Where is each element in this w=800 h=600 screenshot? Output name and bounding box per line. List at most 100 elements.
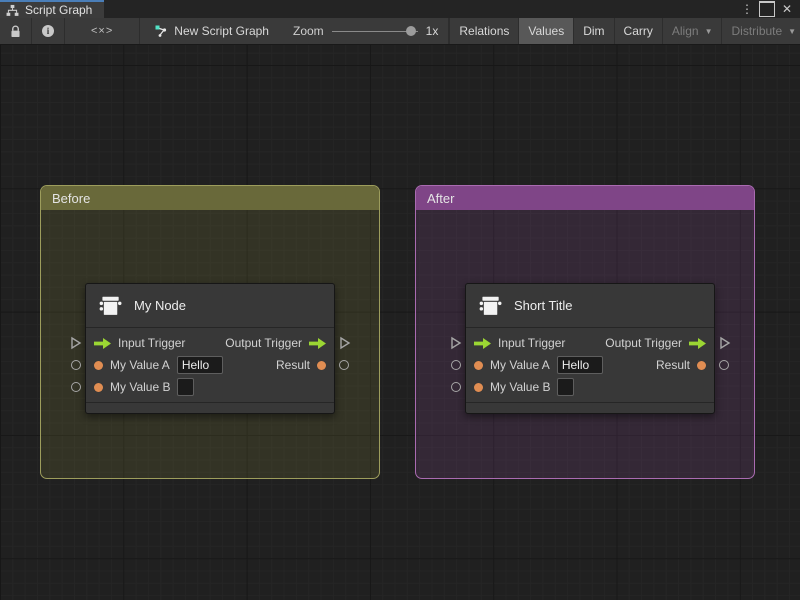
graph-name-label: New Script Graph xyxy=(174,24,269,38)
lock-button[interactable] xyxy=(0,18,32,44)
value-a-label: My Value A xyxy=(110,358,170,372)
window-controls: ⋮ ✕ xyxy=(739,0,800,18)
value-a-label: My Value A xyxy=(490,358,550,372)
node-my-node[interactable]: My Node Input Trigger Output Trigger My … xyxy=(85,283,335,414)
output-trigger-label: Output Trigger xyxy=(225,336,302,350)
node-short-title[interactable]: Short Title Input Trigger Output Trigger… xyxy=(465,283,715,414)
result-label: Result xyxy=(275,358,310,372)
tab-title: Script Graph xyxy=(25,3,93,17)
output-trigger-label: Output Trigger xyxy=(605,336,682,350)
value-b-port-icon[interactable] xyxy=(474,382,483,392)
toolbar-button-carry[interactable]: Carry xyxy=(615,18,663,44)
flow-output-port-marker[interactable] xyxy=(338,336,352,350)
zoom-slider-handle[interactable] xyxy=(405,26,416,36)
node-short-title-wrapper: Short Title Input Trigger Output Trigger… xyxy=(448,283,732,414)
port-row-value-b: My Value B xyxy=(466,376,714,398)
node-right-port-markers xyxy=(335,283,352,414)
port-row-value-a: My Value A Result xyxy=(466,354,714,376)
group-title: Before xyxy=(52,190,91,206)
chevron-down-icon: ▼ xyxy=(704,26,713,36)
node-right-port-markers xyxy=(715,283,732,414)
flow-output-port-marker[interactable] xyxy=(718,336,732,350)
input-trigger-arrow-icon[interactable] xyxy=(474,337,491,349)
value-input-port-marker[interactable] xyxy=(71,360,81,370)
code-preview-button[interactable]: <×> xyxy=(65,18,141,44)
zoom-slider[interactable] xyxy=(331,26,418,36)
group-after-header[interactable]: After xyxy=(416,186,754,210)
chevron-down-icon: ▼ xyxy=(788,26,797,36)
node-header[interactable]: My Node xyxy=(86,284,334,328)
lock-icon xyxy=(11,25,20,37)
button-label: Dim xyxy=(583,24,605,38)
node-footer xyxy=(86,402,334,413)
node-left-port-markers xyxy=(448,283,465,414)
value-a-input[interactable] xyxy=(556,356,603,374)
value-b-port-icon[interactable] xyxy=(94,382,103,392)
graph-breadcrumb[interactable]: New Script Graph xyxy=(140,18,283,44)
value-a-port-icon[interactable] xyxy=(94,360,103,370)
tab-script-graph[interactable]: Script Graph xyxy=(0,0,105,18)
info-icon: i xyxy=(42,25,54,37)
group-before-header[interactable]: Before xyxy=(41,186,379,210)
input-trigger-label: Input Trigger xyxy=(498,336,566,350)
zoom-value: 1x xyxy=(425,24,439,38)
script-graph-icon xyxy=(155,25,167,37)
value-b-input[interactable] xyxy=(557,378,575,396)
unit-node-icon xyxy=(99,296,122,315)
result-port-icon[interactable] xyxy=(697,360,706,370)
input-trigger-arrow-icon[interactable] xyxy=(94,337,111,349)
value-input-port-marker[interactable] xyxy=(451,360,461,370)
port-row-triggers: Input Trigger Output Trigger xyxy=(466,332,714,354)
node-my-node-wrapper: My Node Input Trigger Output Trigger My … xyxy=(68,283,352,414)
zoom-control: Zoom 1x xyxy=(283,18,450,44)
toolbar-button-align[interactable]: Align ▼ xyxy=(663,18,723,44)
flow-input-port-marker[interactable] xyxy=(449,336,463,350)
value-b-label: My Value B xyxy=(110,380,171,394)
zoom-slider-track xyxy=(331,30,418,32)
value-b-label: My Value B xyxy=(490,380,551,394)
toolbar-button-values[interactable]: Values xyxy=(519,18,575,44)
toolbar-button-dim[interactable]: Dim xyxy=(574,18,615,44)
value-a-input[interactable] xyxy=(176,356,223,374)
code-icon: <×> xyxy=(91,25,114,37)
close-icon[interactable]: ✕ xyxy=(779,1,795,17)
hierarchy-icon xyxy=(6,4,19,16)
node-ports: Input Trigger Output Trigger My Value A … xyxy=(466,328,714,398)
flow-input-port-marker[interactable] xyxy=(69,336,83,350)
value-output-port-marker[interactable] xyxy=(339,360,349,370)
output-trigger-arrow-icon[interactable] xyxy=(309,337,326,349)
value-output-port-marker[interactable] xyxy=(719,360,729,370)
menu-kebab-icon[interactable]: ⋮ xyxy=(739,1,755,17)
button-label: Carry xyxy=(623,24,653,38)
port-row-value-b: My Value B xyxy=(86,376,334,398)
value-a-port-icon[interactable] xyxy=(474,360,483,370)
button-label: Distribute xyxy=(731,24,783,38)
unity-script-graph-window: Script Graph ⋮ ✕ i <×> New Script Graph … xyxy=(0,0,800,600)
node-title: My Node xyxy=(134,298,187,313)
input-trigger-label: Input Trigger xyxy=(118,336,186,350)
port-row-triggers: Input Trigger Output Trigger xyxy=(86,332,334,354)
result-label: Result xyxy=(655,358,690,372)
value-b-input[interactable] xyxy=(177,378,195,396)
graph-toolbar: i <×> New Script Graph Zoom 1x Relations xyxy=(0,18,800,45)
unit-node-icon xyxy=(479,296,502,315)
port-row-value-a: My Value A Result xyxy=(86,354,334,376)
toolbar-button-relations[interactable]: Relations xyxy=(449,18,520,44)
info-button[interactable]: i xyxy=(32,18,65,44)
node-left-port-markers xyxy=(68,283,85,414)
button-label: Values xyxy=(528,24,565,38)
node-ports: Input Trigger Output Trigger My Value A … xyxy=(86,328,334,398)
group-title: After xyxy=(427,190,455,206)
node-footer xyxy=(466,402,714,413)
toolbar-button-distribute[interactable]: Distribute ▼ xyxy=(722,18,800,44)
button-label: Relations xyxy=(459,24,510,38)
output-trigger-arrow-icon[interactable] xyxy=(689,337,706,349)
maximize-icon[interactable] xyxy=(759,1,775,17)
result-port-icon[interactable] xyxy=(317,360,326,370)
value-input-port-marker[interactable] xyxy=(451,382,461,392)
tab-bar: Script Graph ⋮ ✕ xyxy=(0,0,800,18)
node-header[interactable]: Short Title xyxy=(466,284,714,328)
graph-canvas[interactable]: Before After My Node Input Trigger Outpu… xyxy=(0,45,800,600)
value-input-port-marker[interactable] xyxy=(71,382,81,392)
zoom-label: Zoom xyxy=(292,24,324,38)
